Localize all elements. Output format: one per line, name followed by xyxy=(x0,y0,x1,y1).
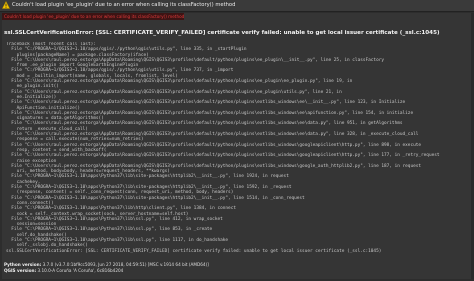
dialog-title-bar: Couldn't load plugin 'ee_plugin' due to … xyxy=(0,0,474,12)
qgis-version-label: QGIS version: xyxy=(4,268,37,273)
qgis-version-line: QGIS version: 3.10.0-A Coruña 'A Coruña'… xyxy=(4,268,209,274)
traceback-line: File "C:\Users\raul.perez.estorga\AppDat… xyxy=(6,121,403,127)
qgis-version-value: 3.10.0-A Coruña 'A Coruña', 6c816b4204 xyxy=(37,268,124,273)
dialog-title: Couldn't load plugin 'ee_plugin' due to … xyxy=(12,2,236,8)
traceback-line: File "C:\Users\raul.perez.estorga\AppDat… xyxy=(6,153,440,159)
version-info: Python version: 3.7.0 (v3.7.0:1bf9cc5093… xyxy=(4,262,209,274)
traceback-text[interactable]: Traceback (most recent call last): File … xyxy=(6,42,468,254)
traceback-line: File "C:\Users\raul.perez.estorga\AppDat… xyxy=(6,100,406,106)
traceback-line: ssl.SSLCertVerificationError: [SSL: CERT… xyxy=(6,248,382,254)
python-version-label: Python version: xyxy=(4,262,42,267)
error-heading: ssl.SSLCertVerificationError: [SSL: CERT… xyxy=(4,30,440,36)
warning-icon xyxy=(2,1,10,9)
python-version-value: 3.7.0 (v3.7.0:1bf9cc5093, Jun 27 2018, 0… xyxy=(42,262,209,267)
error-summary-line: Couldn't load plugin 'ee_plugin' due to … xyxy=(4,14,185,19)
